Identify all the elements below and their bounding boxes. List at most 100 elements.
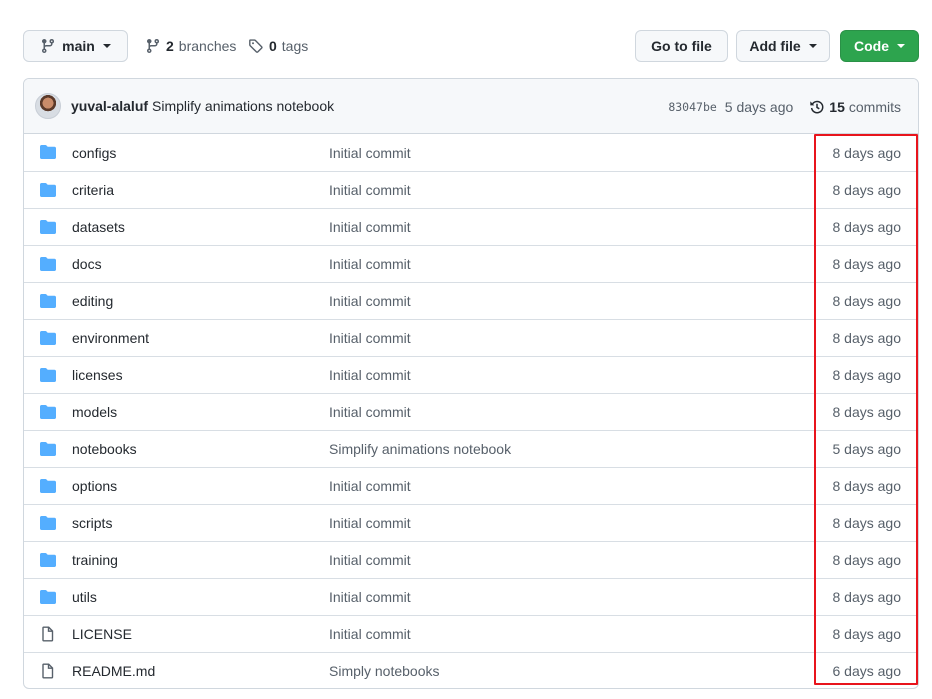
file-row[interactable]: editing Initial commit 8 days ago <box>24 282 918 319</box>
file-row[interactable]: criteria Initial commit 8 days ago <box>24 171 918 208</box>
file-commit-age: 8 days ago <box>832 589 902 605</box>
code-label: Code <box>854 38 889 54</box>
branch-select-button[interactable]: main <box>23 30 128 62</box>
file-commit-age: 8 days ago <box>832 404 902 420</box>
file-commit-message-link[interactable]: Initial commit <box>329 367 411 383</box>
file-row[interactable]: options Initial commit 8 days ago <box>24 467 918 504</box>
file-commit-age: 8 days ago <box>832 515 902 531</box>
folder-icon <box>40 294 56 308</box>
branches-count: 2 <box>166 38 174 54</box>
file-name-link[interactable]: scripts <box>72 515 112 531</box>
file-row[interactable]: training Initial commit 8 days ago <box>24 541 918 578</box>
file-row[interactable]: environment Initial commit 8 days ago <box>24 319 918 356</box>
add-file-label: Add file <box>749 38 801 54</box>
file-name-link[interactable]: criteria <box>72 182 114 198</box>
file-row[interactable]: LICENSE Initial commit 8 days ago <box>24 615 918 652</box>
branches-link[interactable]: 2 branches <box>145 30 236 62</box>
file-row[interactable]: notebooks Simplify animations notebook 5 d… <box>24 430 918 467</box>
file-name-link[interactable]: LICENSE <box>72 626 132 642</box>
folder-icon <box>40 220 56 234</box>
file-icon <box>40 626 56 642</box>
file-commit-message-link[interactable]: Initial commit <box>329 219 411 235</box>
file-commit-message-link[interactable]: Simplify animations notebook <box>329 441 511 457</box>
file-commit-message-link[interactable]: Initial commit <box>329 330 411 346</box>
file-name-link[interactable]: editing <box>72 293 113 309</box>
file-commit-age: 5 days ago <box>832 441 902 457</box>
file-commit-message-link[interactable]: Initial commit <box>329 515 411 531</box>
avatar[interactable] <box>35 93 61 119</box>
commits-label: commits <box>848 98 901 115</box>
file-name-link[interactable]: utils <box>72 589 97 605</box>
file-commit-message-link[interactable]: Simply notebooks <box>329 663 440 679</box>
go-to-file-button[interactable]: Go to file <box>635 30 728 62</box>
file-commit-message-link[interactable]: Initial commit <box>329 552 411 568</box>
file-commit-message-link[interactable]: Initial commit <box>329 256 411 272</box>
file-commit-message-link[interactable]: Initial commit <box>329 182 411 198</box>
chevron-down-icon <box>897 44 905 48</box>
file-commit-message-link[interactable]: Initial commit <box>329 626 411 642</box>
file-commit-message-link[interactable]: Initial commit <box>329 589 411 605</box>
folder-icon <box>40 145 56 159</box>
file-name-link[interactable]: README.md <box>72 663 155 679</box>
file-name-link[interactable]: training <box>72 552 118 568</box>
folder-icon <box>40 405 56 419</box>
folder-icon <box>40 257 56 271</box>
file-name-link[interactable]: notebooks <box>72 441 137 457</box>
file-row[interactable]: utils Initial commit 8 days ago <box>24 578 918 615</box>
file-row[interactable]: models Initial commit 8 days ago <box>24 393 918 430</box>
branch-name: main <box>62 38 95 54</box>
git-branch-icon <box>42 38 55 54</box>
file-commit-age: 8 days ago <box>832 256 902 272</box>
file-name-link[interactable]: docs <box>72 256 102 272</box>
file-commit-message-link[interactable]: Initial commit <box>329 145 411 161</box>
folder-icon <box>40 516 56 530</box>
file-row[interactable]: docs Initial commit 8 days ago <box>24 245 918 282</box>
folder-icon <box>40 479 56 493</box>
file-list: configs Initial commit 8 days ago criteria I… <box>24 134 918 688</box>
file-row[interactable]: README.md Simply notebooks 6 days ago <box>24 652 918 688</box>
commit-sha-link[interactable]: 83047be <box>668 100 716 114</box>
folder-icon <box>40 590 56 604</box>
commit-author-link[interactable]: yuval-alaluf <box>71 98 148 114</box>
add-file-button[interactable]: Add file <box>736 30 830 62</box>
git-branch-icon <box>147 38 159 54</box>
file-name-link[interactable]: datasets <box>72 219 125 235</box>
folder-icon <box>40 553 56 567</box>
file-commit-age: 6 days ago <box>832 663 902 679</box>
file-name-link[interactable]: licenses <box>72 367 123 383</box>
file-commit-age: 8 days ago <box>832 219 902 235</box>
file-row[interactable]: scripts Initial commit 8 days ago <box>24 504 918 541</box>
folder-icon <box>40 368 56 382</box>
code-button[interactable]: Code <box>840 30 919 62</box>
commit-meta: 83047be 5 days ago 15 commits <box>668 79 901 134</box>
file-row[interactable]: configs Initial commit 8 days ago <box>24 134 918 171</box>
file-commit-age: 8 days ago <box>832 367 902 383</box>
file-row[interactable]: datasets Initial commit 8 days ago <box>24 208 918 245</box>
file-commit-age: 8 days ago <box>832 293 902 309</box>
file-commit-message-link[interactable]: Initial commit <box>329 478 411 494</box>
file-commit-message-link[interactable]: Initial commit <box>329 293 411 309</box>
chevron-down-icon <box>808 44 817 48</box>
folder-icon <box>40 183 56 197</box>
commit-message-link[interactable]: Simplify animations notebook <box>152 98 334 114</box>
repo-toolbar: main 2 branches 0 tags Go to file Add fi… <box>23 30 919 62</box>
file-name-link[interactable]: options <box>72 478 117 494</box>
tags-link[interactable]: 0 tags <box>248 30 308 62</box>
file-icon <box>40 663 56 679</box>
file-commit-age: 8 days ago <box>832 478 902 494</box>
file-name-link[interactable]: models <box>72 404 117 420</box>
file-commit-age: 8 days ago <box>832 144 902 161</box>
commits-history-link[interactable]: 15 commits <box>809 99 901 115</box>
file-commit-age: 8 days ago <box>832 182 902 198</box>
tag-icon <box>249 39 263 53</box>
folder-icon <box>40 442 56 456</box>
file-browser: yuval-alaluf Simplify animations noteboo… <box>23 78 919 689</box>
file-commit-age: 8 days ago <box>832 626 902 642</box>
file-row[interactable]: licenses Initial commit 8 days ago <box>24 356 918 393</box>
latest-commit-bar: yuval-alaluf Simplify animations noteboo… <box>24 79 918 134</box>
file-name-link[interactable]: environment <box>72 330 149 346</box>
commit-date: 5 days ago <box>724 98 794 115</box>
file-name-link[interactable]: configs <box>72 145 116 161</box>
go-to-file-label: Go to file <box>651 38 712 54</box>
file-commit-message-link[interactable]: Initial commit <box>329 404 411 420</box>
